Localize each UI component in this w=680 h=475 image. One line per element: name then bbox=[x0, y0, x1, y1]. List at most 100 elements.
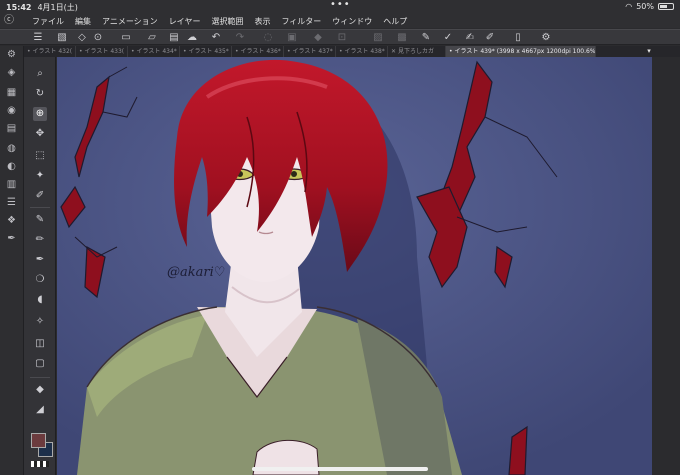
unsaved-dot-icon[interactable]: • bbox=[287, 48, 291, 55]
command-bar: ☰ ▧ ◇ ⊙ ▭ ▱ ▤ ☁ ↶ ↷ ◌ ▣ ◆ ⊡ ▨ ▩ ✎ ✓ ✍ ✐ … bbox=[0, 29, 680, 45]
unsaved-dot-icon[interactable]: • bbox=[27, 48, 31, 55]
color-set-icon[interactable]: ▥ bbox=[5, 178, 18, 191]
menu-view[interactable]: 表示 bbox=[254, 16, 270, 27]
zoom-tool-icon[interactable]: ⌕ bbox=[33, 67, 47, 81]
magic-wand-icon[interactable]: ✦ bbox=[33, 169, 47, 183]
tab-label: イラスト 439* (3998 x 4667px 1200dpi 100.6%) bbox=[454, 48, 596, 55]
brush-tool-icon[interactable]: ✒ bbox=[33, 253, 47, 267]
operation-tool-icon[interactable]: ⊕ bbox=[33, 107, 47, 121]
cloud-icon[interactable]: ☁ bbox=[186, 32, 198, 44]
unsaved-dot-icon[interactable]: • bbox=[131, 48, 135, 55]
transform-icon[interactable]: ▣ bbox=[286, 32, 298, 44]
pen-check-icon[interactable]: ✍ bbox=[464, 32, 476, 44]
unsaved-dot-icon[interactable]: • bbox=[449, 48, 453, 55]
tab-label: イラスト 434* bbox=[136, 48, 177, 55]
document-tab[interactable]: ✕ 見下ろしカガ bbox=[388, 46, 446, 57]
blend-tool-icon[interactable]: ◖ bbox=[33, 293, 47, 307]
show-selection-icon[interactable]: ✎ bbox=[420, 32, 432, 44]
fill-tool-icon[interactable]: ◆ bbox=[33, 383, 47, 397]
transparent-color-swatch[interactable] bbox=[31, 461, 49, 467]
unsaved-dot-icon[interactable]: • bbox=[235, 48, 239, 55]
navigator-icon[interactable]: ▦ bbox=[5, 86, 18, 99]
redo-icon[interactable]: ↷ bbox=[234, 32, 246, 44]
multitask-dots-icon[interactable]: ••• bbox=[330, 0, 351, 10]
menu-edit[interactable]: 編集 bbox=[75, 16, 91, 27]
pen-tool-icon[interactable]: ✎ bbox=[33, 213, 47, 227]
layers-stack-icon[interactable]: ◈ bbox=[5, 66, 18, 79]
document-tab[interactable]: • イラスト 432( bbox=[24, 46, 76, 57]
document-tab[interactable]: • イラスト 433( bbox=[76, 46, 128, 57]
move-layer-icon[interactable]: ✥ bbox=[33, 127, 47, 141]
document-tab[interactable]: • イラスト 435* bbox=[180, 46, 232, 57]
app-logo-icon[interactable]: ⓒ bbox=[4, 15, 18, 27]
settings-icon[interactable]: ⚙ bbox=[540, 32, 552, 44]
decoration-tool-icon[interactable]: ✧ bbox=[33, 315, 47, 329]
hamburger-menu-icon[interactable]: ☰ bbox=[32, 32, 44, 44]
unsaved-dot-icon[interactable]: • bbox=[339, 48, 343, 55]
chevron-down-icon[interactable]: ▾ bbox=[644, 46, 654, 57]
menu-bar: ⓒ ファイル 編集 アニメーション レイヤー 選択範囲 表示 フィルター ウィン… bbox=[0, 14, 680, 28]
home-indicator[interactable] bbox=[252, 467, 428, 471]
close-icon[interactable]: ✕ bbox=[391, 48, 396, 55]
document-tab-bar: • イラスト 432(• イラスト 433(• イラスト 434* • イラスト 435*… bbox=[24, 46, 680, 57]
unsaved-dot-icon[interactable]: • bbox=[183, 48, 187, 55]
airbrush-tool-icon[interactable]: ❍ bbox=[33, 273, 47, 287]
fill-icon[interactable]: ◆ bbox=[312, 32, 324, 44]
invert-selection-icon[interactable]: ▩ bbox=[396, 32, 408, 44]
artwork bbox=[57, 57, 652, 475]
frame-tool-icon[interactable]: ▢ bbox=[33, 357, 47, 371]
selection-tool-icon[interactable]: ⬚ bbox=[33, 149, 47, 163]
menu-layer[interactable]: レイヤー bbox=[169, 16, 201, 27]
menu-help[interactable]: ヘルプ bbox=[383, 16, 407, 27]
draw-check-icon[interactable]: ✓ bbox=[442, 32, 454, 44]
menu-selection[interactable]: 選択範囲 bbox=[211, 16, 243, 27]
status-date: 4月1日(土) bbox=[37, 2, 78, 12]
undo-icon[interactable]: ↶ bbox=[210, 32, 222, 44]
layer-panel-icon[interactable]: ☰ bbox=[5, 196, 18, 209]
sub-tool-icon[interactable]: ◉ bbox=[5, 104, 18, 117]
document-tab[interactable]: • イラスト 439* (3998 x 4667px 1200dpi 100.6%… bbox=[446, 46, 596, 57]
save-icon[interactable]: ▤ bbox=[168, 32, 180, 44]
menu-animation[interactable]: アニメーション bbox=[102, 16, 158, 27]
drawing-canvas[interactable]: @akari♡ bbox=[57, 57, 652, 475]
ruler-check-icon[interactable]: ✐ bbox=[484, 32, 496, 44]
gear-settings-icon[interactable]: ⚙ bbox=[5, 48, 18, 61]
gradient-tool-icon[interactable]: ◢ bbox=[33, 403, 47, 417]
left-panel-strip: ⚙ ◈ ▦ ◉ ▤ ◍ ◐ ▥ ☰ ❖ ✒ bbox=[0, 46, 24, 475]
status-bar: 15:42 4月1日(土) ••• ◠ 50% bbox=[0, 0, 680, 14]
rotate-tool-icon[interactable]: ↻ bbox=[33, 87, 47, 101]
tab-label: イラスト 436* bbox=[240, 48, 281, 55]
document-tab[interactable]: • イラスト 436* bbox=[232, 46, 284, 57]
status-time: 15:42 bbox=[6, 2, 32, 12]
quick-access-icon[interactable]: ◇ bbox=[76, 32, 88, 44]
document-tab[interactable]: • イラスト 434* bbox=[128, 46, 180, 57]
menu-file[interactable]: ファイル bbox=[32, 16, 64, 27]
color-wheel-icon[interactable]: ◐ bbox=[5, 160, 18, 173]
menu-window[interactable]: ウィンドウ bbox=[332, 16, 372, 27]
gallery-icon[interactable]: ⊙ bbox=[92, 32, 104, 44]
brush-size-icon[interactable]: ◍ bbox=[5, 142, 18, 155]
eyedropper-icon[interactable]: ✐ bbox=[33, 189, 47, 203]
battery-level: 50% bbox=[636, 2, 654, 11]
main-color-swatch[interactable] bbox=[31, 433, 46, 448]
brush-icon[interactable]: ✒ bbox=[5, 232, 18, 245]
tab-label: イラスト 432( bbox=[32, 48, 73, 55]
new-canvas-icon[interactable]: ▧ bbox=[56, 32, 68, 44]
menu-filter[interactable]: フィルター bbox=[281, 16, 321, 27]
deselect-icon[interactable]: ▨ bbox=[372, 32, 384, 44]
tab-label: イラスト 438* bbox=[344, 48, 385, 55]
open-file-icon[interactable]: ▱ bbox=[146, 32, 158, 44]
wifi-icon: ◠ bbox=[625, 2, 633, 11]
pencil-tool-icon[interactable]: ✏ bbox=[33, 233, 47, 247]
tool-property-icon[interactable]: ▤ bbox=[5, 122, 18, 135]
folder-open-icon[interactable]: ▭ bbox=[120, 32, 132, 44]
clear-icon[interactable]: ◌ bbox=[262, 32, 274, 44]
material-icon[interactable]: ❖ bbox=[5, 214, 18, 227]
eraser-tool-icon[interactable]: ◫ bbox=[33, 337, 47, 351]
phone-companion-icon[interactable]: ▯ bbox=[512, 32, 524, 44]
unsaved-dot-icon[interactable]: • bbox=[79, 48, 83, 55]
document-tab[interactable]: • イラスト 438* bbox=[336, 46, 388, 57]
crop-icon[interactable]: ⊡ bbox=[336, 32, 348, 44]
document-tab[interactable]: • イラスト 437* bbox=[284, 46, 336, 57]
right-panel-strip bbox=[652, 57, 680, 475]
